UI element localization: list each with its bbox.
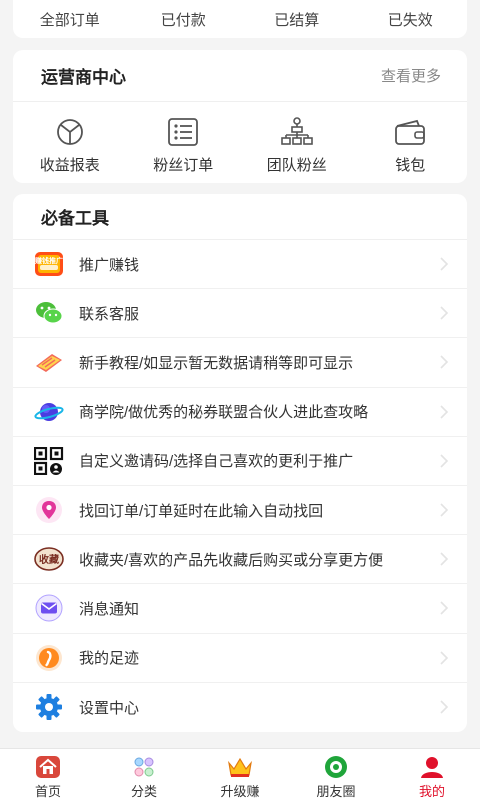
order-status-all[interactable]: 全部订单: [13, 9, 127, 30]
fan-orders-label: 粉丝订单: [153, 157, 214, 174]
user-icon: [421, 757, 443, 778]
list-icon: [168, 118, 199, 146]
tab-moments[interactable]: 朋友圈: [288, 749, 384, 800]
essential-tools-title: 必备工具: [41, 209, 109, 228]
order-status-invalid[interactable]: 已失效: [354, 9, 468, 30]
tab-category-label: 分类: [130, 784, 157, 799]
chevron-right-icon: [440, 355, 449, 370]
chevron-right-icon: [440, 503, 449, 517]
team-fans-label: 团队粉丝: [266, 157, 327, 174]
chevron-right-icon: [440, 552, 449, 566]
tool-label-customer-service: 联系客服: [79, 305, 140, 323]
location-pin-icon: [33, 494, 65, 526]
tab-mine-label: 我的: [418, 784, 445, 799]
tab-mine[interactable]: 我的: [384, 749, 480, 800]
mail-icon: [33, 592, 65, 624]
chevron-right-icon: [440, 651, 449, 665]
wechat-icon: [33, 297, 65, 329]
chevron-right-icon: [440, 700, 449, 714]
essential-tools-card: 必备工具 赚钱推广 推广赚钱 联系客服 新手教程/如显示暂无数据请稍等即可显示 …: [13, 194, 467, 732]
tool-item-invite-code[interactable]: 自定义邀请码/选择自己喜欢的更利于推广: [13, 437, 467, 486]
order-status-bar: 全部订单 已付款 已结算 已失效: [13, 0, 467, 38]
fan-orders-button[interactable]: 粉丝订单: [127, 102, 241, 183]
chevron-right-icon: [440, 454, 449, 468]
wallet-button[interactable]: 钱包: [354, 102, 468, 183]
revenue-report-button[interactable]: 收益报表: [13, 102, 127, 183]
chevron-right-icon: [440, 601, 449, 615]
favorites-icon: 收藏: [33, 543, 65, 575]
tool-item-notifications[interactable]: 消息通知: [13, 584, 467, 634]
tool-item-business-school[interactable]: 商学院/做优秀的秘券联盟合伙人进此查攻略: [13, 388, 467, 437]
order-status-settled[interactable]: 已结算: [240, 9, 354, 30]
tutorial-icon: [33, 346, 65, 378]
chevron-right-icon: [440, 257, 449, 271]
tool-label-footprint: 我的足迹: [79, 650, 140, 668]
view-more-link[interactable]: 查看更多: [381, 65, 441, 86]
tool-item-favorites[interactable]: 收藏 收藏夹/喜欢的产品先收藏后购买或分享更方便: [13, 535, 467, 585]
tool-label-invite-code: 自定义邀请码/选择自己喜欢的更利于推广: [79, 453, 354, 471]
chevron-right-icon: [440, 306, 449, 320]
wallet-icon: [395, 119, 426, 145]
tool-item-settings[interactable]: 设置中心: [13, 683, 467, 732]
tool-label-notifications: 消息通知: [79, 600, 140, 618]
category-icon: [134, 757, 154, 777]
tool-item-promote[interactable]: 赚钱推广 推广赚钱: [13, 240, 467, 290]
footprint-icon: [33, 642, 65, 674]
planet-icon: [33, 396, 65, 428]
tool-label-promote: 推广赚钱: [79, 256, 140, 274]
tab-upgrade-label: 升级赚: [220, 784, 260, 799]
tool-item-footprint[interactable]: 我的足迹: [13, 634, 467, 683]
tab-home-label: 首页: [34, 784, 61, 799]
operator-center-header: 运营商中心 查看更多: [13, 50, 467, 102]
wallet-label: 钱包: [395, 157, 426, 174]
tab-home[interactable]: 首页: [0, 749, 96, 800]
tab-upgrade[interactable]: 升级赚: [192, 749, 288, 800]
operator-center-title: 运营商中心: [41, 68, 126, 87]
order-status-paid[interactable]: 已付款: [127, 9, 241, 30]
operator-center-grid: 收益报表 粉丝订单 团队粉丝 钱包: [13, 102, 467, 183]
revenue-report-label: 收益报表: [39, 157, 100, 174]
circle-icon: [325, 756, 347, 778]
tool-label-tutorial: 新手教程/如显示暂无数据请稍等即可显示: [79, 354, 354, 372]
tab-category[interactable]: 分类: [96, 749, 192, 800]
crown-icon: [228, 757, 252, 777]
tab-moments-label: 朋友圈: [316, 784, 356, 799]
promote-icon-text: 赚钱推广: [34, 256, 63, 265]
pie-chart-icon: [56, 119, 83, 145]
promote-icon: 赚钱推广: [33, 248, 65, 280]
tool-item-customer-service[interactable]: 联系客服: [13, 289, 467, 339]
team-fans-button[interactable]: 团队粉丝: [240, 102, 354, 183]
tool-item-retrieve-order[interactable]: 找回订单/订单延时在此输入自动找回: [13, 486, 467, 536]
org-chart-icon: [280, 117, 313, 145]
chevron-right-icon: [440, 405, 449, 419]
operator-center-card: 运营商中心 查看更多 收益报表 粉丝订单 团队粉丝 钱包: [13, 50, 467, 183]
tool-item-tutorial[interactable]: 新手教程/如显示暂无数据请稍等即可显示: [13, 338, 467, 388]
gear-icon: [33, 691, 65, 723]
essential-tools-header: 必备工具: [13, 194, 467, 240]
qr-code-icon: [33, 445, 65, 477]
tool-label-favorites: 收藏夹/喜欢的产品先收藏后购买或分享更方便: [79, 551, 384, 569]
bottom-tab-bar: 首页 分类 升级赚 朋友圈 我的: [0, 748, 480, 800]
tool-label-business-school: 商学院/做优秀的秘券联盟合伙人进此查攻略: [79, 404, 369, 422]
tool-label-retrieve-order: 找回订单/订单延时在此输入自动找回: [79, 502, 324, 520]
tool-label-settings: 设置中心: [79, 699, 140, 717]
favorites-icon-text: 收藏: [39, 553, 59, 566]
home-icon: [36, 756, 60, 778]
